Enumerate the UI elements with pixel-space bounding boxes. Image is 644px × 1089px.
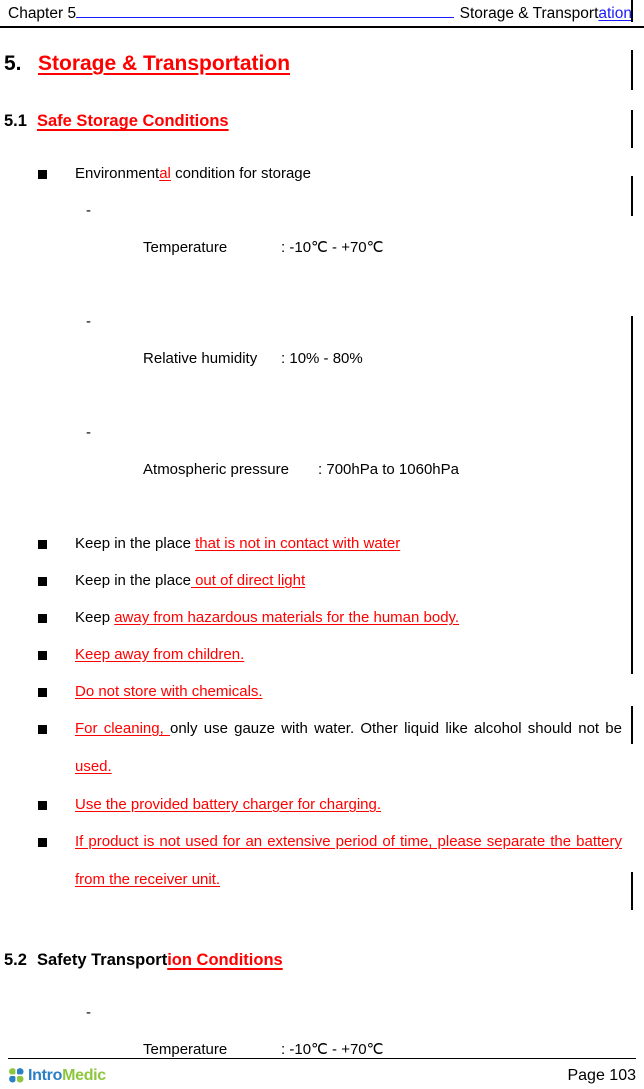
bullet-text-black: only use gauze with water. Other liquid …	[169, 720, 622, 737]
document-page: Chapter 5 Storage & Transportation 5. St…	[0, 0, 644, 1089]
heading-5-2-number: 5.2	[4, 951, 27, 969]
dash-bullet-icon: -	[86, 424, 91, 441]
square-bullet-icon	[38, 838, 47, 847]
dash-bullet-icon: -	[86, 202, 91, 219]
square-bullet-icon	[38, 170, 47, 179]
heading-5-1-title: Safe Storage Conditions	[37, 112, 229, 130]
bullet-text-inserted: Keep away from children.	[75, 646, 245, 663]
bullet-text-inserted: al	[159, 165, 171, 182]
dash-bullet-icon: -	[86, 1004, 91, 1021]
spec-value: : 10% - 80%	[281, 350, 363, 367]
change-bar-0	[631, 0, 633, 22]
bullet-text-black-after: condition for storage	[170, 165, 311, 182]
list-item-cleaning-instructions: For cleaning, only use gauze with water.…	[0, 710, 644, 786]
bullet-text-inserted: Use the provided battery charger for cha…	[75, 796, 381, 813]
heading-5-1-number: 5.1	[4, 112, 27, 130]
header-title-black: Storage & Transport	[459, 5, 599, 22]
footer-rule	[8, 1058, 636, 1059]
list-item-keep-away-from-hazardous-materials: Keep away from hazardous materials for t…	[0, 599, 644, 636]
bullet-text-inserted: out of direct light	[190, 572, 306, 589]
heading-5-2-title-black: Safety Transport	[37, 951, 168, 969]
dash-bullet-icon: -	[86, 313, 91, 330]
heading-chapter-5: 5. Storage & Transportation	[0, 52, 644, 76]
square-bullet-icon	[38, 577, 47, 586]
bullet-text-black: Keep in the place	[75, 572, 191, 589]
heading-chapter-5-title: Storage & Transportation	[38, 52, 291, 75]
heading-5-2: 5.2 Safety Transport ion Conditions	[0, 951, 644, 970]
heading-5-1: 5.1 Safe Storage Conditions	[0, 112, 644, 131]
spec-label: Temperature	[143, 239, 228, 256]
header-section-title: Storage & Transportation	[454, 5, 632, 23]
spec-label: Atmospheric pressure	[143, 461, 289, 478]
page-footer: IntroMedic Page 103	[8, 1062, 636, 1089]
bullet-text-inserted: that is not in contact with water	[195, 535, 401, 552]
header-title-inserted: ation	[598, 5, 632, 22]
spec-row-temperature: - Temperature : -10℃ - +70℃	[0, 192, 644, 303]
bullet-text-inserted-2: used.	[75, 758, 112, 775]
list-item-keep-away-from-children: Keep away from children.	[0, 636, 644, 673]
square-bullet-icon	[38, 614, 47, 623]
page-number: Page 103	[567, 1066, 636, 1084]
spec-value: : -10℃ - +70℃	[281, 239, 384, 256]
document-body: 5. Storage & Transportation 5.1 Safe Sto…	[0, 34, 644, 1089]
spec-row-humidity: - Relative humidity : 10% - 80%	[0, 303, 644, 414]
logo-wordmark: IntroMedic	[28, 1067, 106, 1085]
square-bullet-icon	[38, 725, 47, 734]
bullet-text-inserted: Do not store with chemicals.	[75, 683, 263, 700]
clover-logo-icon	[8, 1067, 25, 1084]
bullet-text-inserted: away from hazardous materials for the hu…	[114, 609, 460, 626]
header-underline-fill	[76, 2, 454, 18]
spec-value: : 700hPa to 1060hPa	[318, 461, 459, 478]
square-bullet-icon	[38, 651, 47, 660]
spec-label: Relative humidity	[143, 350, 258, 367]
bullet-text-inserted: If product is not used for an extensive …	[75, 833, 622, 888]
square-bullet-icon	[38, 540, 47, 549]
square-bullet-icon	[38, 688, 47, 697]
header-rule	[0, 26, 644, 28]
square-bullet-icon	[38, 801, 47, 810]
bullet-text-black: Keep	[75, 609, 115, 626]
list-item-environmental-condition: Environmental condition for storage	[0, 155, 644, 192]
logo-word-intro: Intro	[28, 1066, 63, 1084]
bullet-text-black: Keep in the place	[75, 535, 196, 552]
logo-word-medic: Medic	[62, 1066, 106, 1084]
heading-5-2-title-inserted: ion Conditions	[167, 951, 283, 969]
list-item-keep-away-from-water: Keep in the place that is not in contact…	[0, 525, 644, 562]
list-item-keep-out-of-direct-light: Keep in the place out of direct light	[0, 562, 644, 599]
bullet-text-black: Environment	[75, 165, 160, 182]
list-item-do-not-store-with-chemicals: Do not store with chemicals.	[0, 673, 644, 710]
heading-chapter-5-number: 5.	[4, 52, 22, 75]
list-item-use-provided-battery-charger: Use the provided battery charger for cha…	[0, 786, 644, 823]
list-item-separate-battery-when-unused: If product is not used for an extensive …	[0, 823, 644, 899]
spec-row-pressure: - Atmospheric pressure : 700hPa to 1060hPa	[0, 414, 644, 525]
intromedic-logo: IntroMedic	[8, 1067, 106, 1085]
bullet-text-inserted: For cleaning,	[75, 720, 170, 737]
running-header: Chapter 5 Storage & Transportation	[8, 2, 632, 26]
header-chapter-label: Chapter 5	[8, 5, 77, 22]
